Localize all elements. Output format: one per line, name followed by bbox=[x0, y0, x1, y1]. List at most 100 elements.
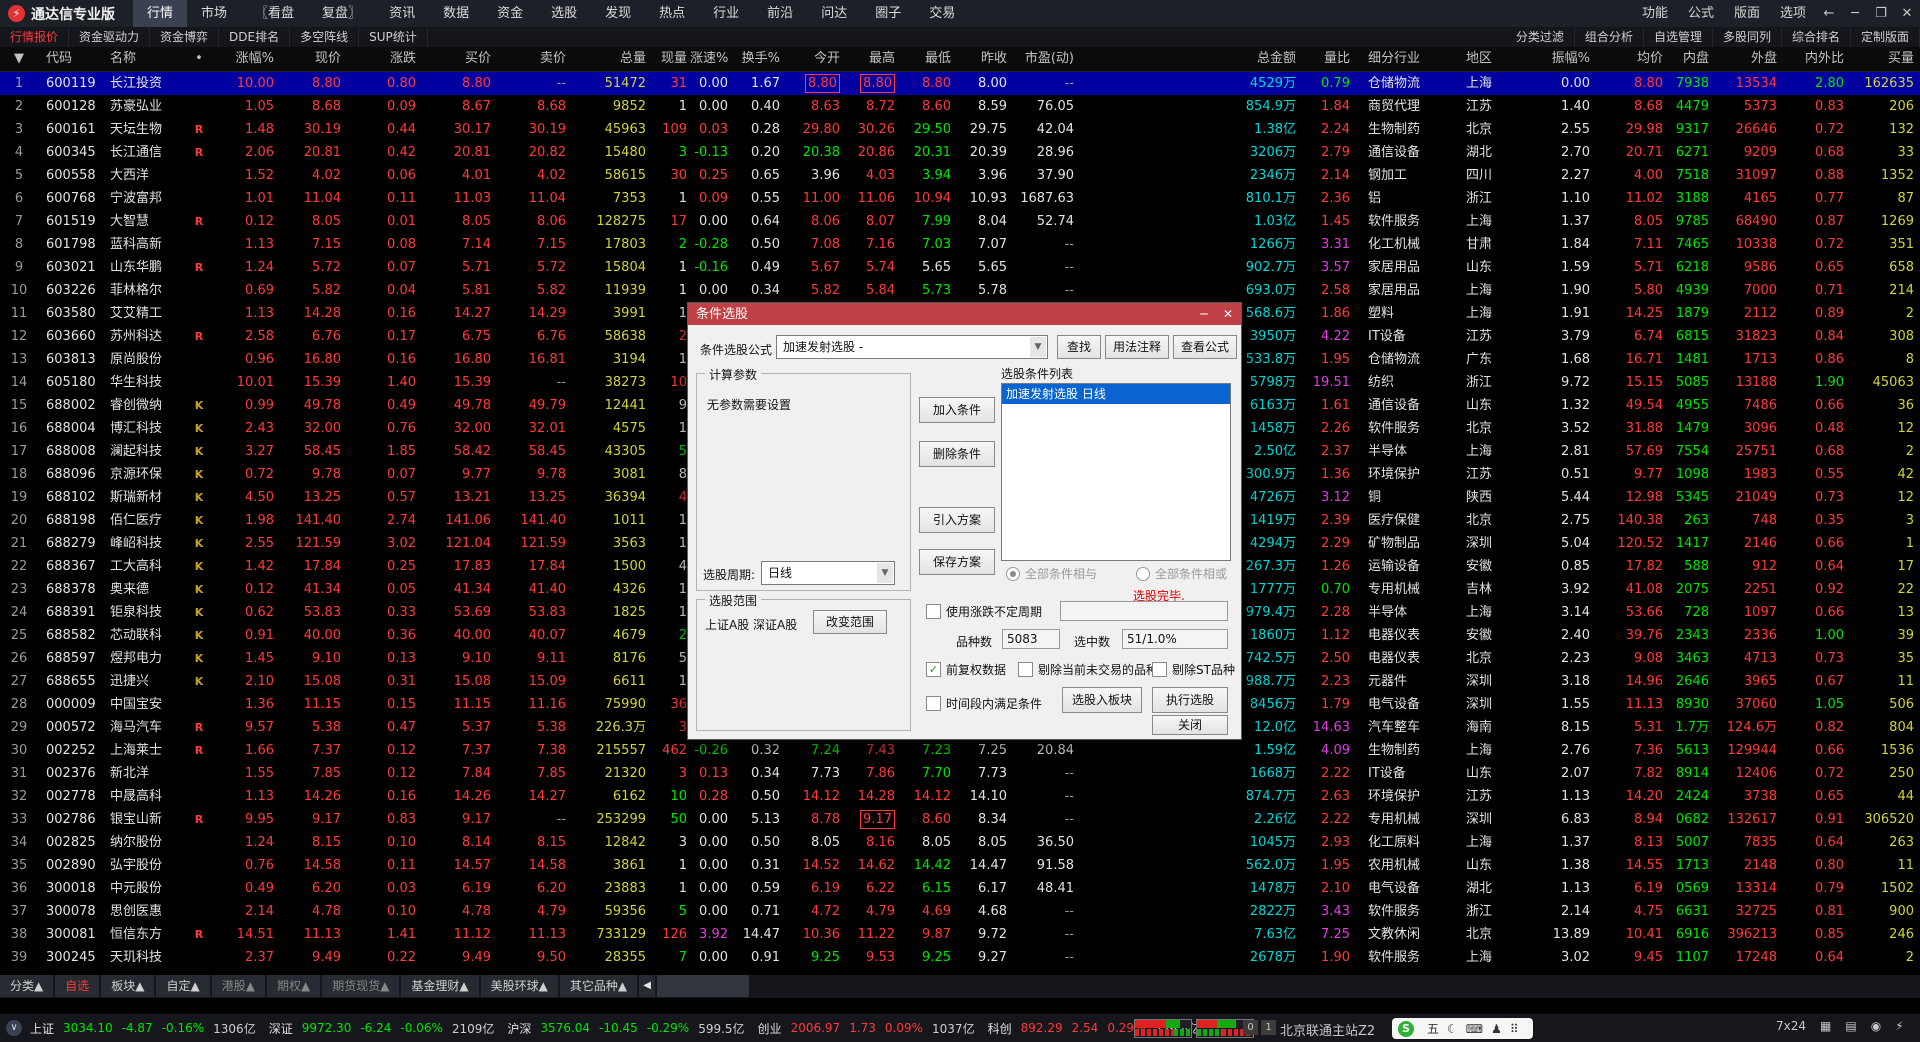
variable-period-field[interactable] bbox=[1060, 601, 1228, 621]
checkbox-exclude-st[interactable]: 剔除ST品种 bbox=[1152, 661, 1235, 678]
execute-selection-button[interactable]: 执行选股 bbox=[1152, 687, 1228, 713]
radio-all-conditions-or[interactable]: 全部条件相或 bbox=[1136, 565, 1227, 582]
table-row-600768[interactable]: 6 600768 宁波富邦 1.01 11.04 0.11 11.03 11.04 7353 1 0… bbox=[0, 187, 1920, 210]
toolbar-item-DDE排名[interactable]: DDE排名 bbox=[219, 27, 291, 47]
column-header-内盘[interactable]: 内盘 bbox=[1671, 47, 1711, 71]
column-header-卖价[interactable]: 卖价 bbox=[499, 47, 574, 71]
condition-listbox[interactable]: 加速发射选股 日线 bbox=[1001, 383, 1231, 561]
table-row-002252[interactable]: 30 002252 上海莱士 R 1.66 7.37 0.12 7.37 7.38 215557 4… bbox=[0, 739, 1920, 762]
column-header-涨幅%[interactable]: 涨幅% bbox=[210, 47, 282, 71]
tab-自选[interactable]: 自选 bbox=[55, 975, 100, 997]
toolbar-item-综合排名[interactable]: 综合排名 bbox=[1782, 27, 1851, 47]
close-dialog-button[interactable]: 关闭 bbox=[1152, 715, 1228, 735]
back-window-icon[interactable]: ← bbox=[1816, 0, 1842, 27]
radio-all-conditions-and[interactable]: 全部条件相与 bbox=[1006, 565, 1097, 582]
column-header-换手%[interactable]: 换手% bbox=[732, 47, 786, 71]
column-header-总量[interactable]: 总量 bbox=[574, 47, 654, 71]
tab-其它品种[interactable]: 其它品种▲ bbox=[559, 975, 638, 997]
ime-tool-icon[interactable]: ☾ bbox=[1447, 1022, 1458, 1036]
table-row-603021[interactable]: 9 603021 山东华鹏 R 1.24 5.72 0.07 5.71 5.72 15804 1 -0… bbox=[0, 256, 1920, 279]
column-header-▼[interactable]: ▼ bbox=[0, 47, 38, 71]
dialog-close-icon[interactable]: ✕ bbox=[1217, 303, 1239, 325]
menu-item-功能[interactable]: 功能 bbox=[1632, 0, 1678, 27]
menu-item-热点[interactable]: 热点 bbox=[645, 0, 699, 27]
column-header-涨跌[interactable]: 涨跌 bbox=[349, 47, 424, 71]
menu-item-选股[interactable]: 选股 bbox=[537, 0, 591, 27]
table-row-002825[interactable]: 34 002825 纳尔股份 1.24 8.15 0.10 8.14 8.15 12842 3 0.… bbox=[0, 831, 1920, 854]
connection-slot-1[interactable]: 1 bbox=[1261, 1020, 1276, 1035]
menu-item-行业[interactable]: 行业 bbox=[699, 0, 753, 27]
column-header-均价[interactable]: 均价 bbox=[1594, 47, 1671, 71]
column-header-外盘[interactable]: 外盘 bbox=[1711, 47, 1781, 71]
checkbox-variable-period[interactable]: 使用涨跌不定周期 bbox=[926, 603, 1042, 620]
column-header-内外比[interactable]: 内外比 bbox=[1781, 47, 1850, 71]
import-plan-button[interactable]: 引入方案 bbox=[919, 507, 995, 533]
column-header-地区[interactable]: 地区 bbox=[1456, 47, 1540, 71]
ime-tool-icon[interactable]: ⠿ bbox=[1510, 1022, 1519, 1036]
tab-港股[interactable]: 港股▲ bbox=[211, 975, 265, 997]
table-row-300245[interactable]: 39 300245 天玑科技 2.37 9.49 0.22 9.49 9.50 28355 7 0.… bbox=[0, 946, 1920, 969]
menu-item-复盘〗[interactable]: 复盘〗 bbox=[308, 0, 375, 27]
index-深证[interactable]: 深证 9972.30 -6.24 -0.06% 2109亿 bbox=[269, 1020, 504, 1037]
tab-基金理财[interactable]: 基金理财▲ bbox=[401, 975, 479, 997]
column-header-量比[interactable]: 量比 bbox=[1304, 47, 1358, 71]
menu-item-前沿[interactable]: 前沿 bbox=[753, 0, 807, 27]
toolbar-item-定制版面[interactable]: 定制版面 bbox=[1851, 27, 1920, 47]
menu-item-圈子[interactable]: 圈子 bbox=[861, 0, 915, 27]
toolbar-item-资金驱动力[interactable]: 资金驱动力 bbox=[69, 27, 151, 47]
ime-logo-icon[interactable]: S bbox=[1398, 1020, 1414, 1037]
ime-tool-icon[interactable]: ♟ bbox=[1491, 1022, 1502, 1036]
menu-item-选项[interactable]: 选项 bbox=[1770, 0, 1816, 27]
ime-tool-icon[interactable]: 五 bbox=[1427, 1022, 1439, 1036]
column-header-细分行业[interactable]: 细分行业 bbox=[1358, 47, 1456, 71]
close-window-icon[interactable]: ✕ bbox=[1894, 0, 1920, 27]
checkbox-exclude-untraded[interactable]: 剔除当前未交易的品种 bbox=[1018, 661, 1158, 678]
table-row-600161[interactable]: 3 600161 天坛生物 R 1.48 30.19 0.44 30.17 30.19 45963… bbox=[0, 118, 1920, 141]
toolbar-item-资金博弈[interactable]: 资金博弈 bbox=[150, 27, 220, 47]
column-header-今开[interactable]: 今开 bbox=[786, 47, 846, 71]
menu-item-数据[interactable]: 数据 bbox=[429, 0, 483, 27]
restore-window-icon[interactable]: ❐ bbox=[1868, 0, 1894, 27]
keyboard-panel-icon[interactable]: ▦ bbox=[1820, 1019, 1831, 1033]
menu-item-〖看盘[interactable]: 〖看盘 bbox=[241, 0, 308, 27]
ime-toolbar[interactable]: S 五 ☾ ⌨ ♟ ⠿ bbox=[1392, 1018, 1533, 1039]
column-header-买量[interactable]: 买量 bbox=[1850, 47, 1918, 71]
toolbar-item-自选管理[interactable]: 自选管理 bbox=[1644, 27, 1713, 47]
ime-tool-icon[interactable]: ⌨ bbox=[1466, 1022, 1483, 1036]
table-row-002778[interactable]: 32 002778 中晟高科 1.13 14.26 0.16 14.26 14.27 6162 1… bbox=[0, 785, 1920, 808]
column-header-昨收[interactable]: 昨收 bbox=[957, 47, 1013, 71]
column-header-总金额[interactable]: 总金额 bbox=[1080, 47, 1304, 71]
column-header-最高[interactable]: 最高 bbox=[846, 47, 901, 71]
menu-item-交易[interactable]: 交易 bbox=[915, 0, 969, 27]
usage-note-button[interactable]: 用法注释 bbox=[1105, 335, 1169, 359]
period-combobox[interactable]: 日线 ▼ bbox=[761, 561, 895, 585]
tab-期权[interactable]: 期权▲ bbox=[266, 975, 321, 997]
menu-item-问达[interactable]: 问达 bbox=[807, 0, 861, 27]
formula-combobox[interactable]: 加速发射选股 - ▼ bbox=[776, 335, 1048, 359]
condition-list-item[interactable]: 加速发射选股 日线 bbox=[1002, 384, 1230, 404]
toolbar-item-多股同列[interactable]: 多股同列 bbox=[1713, 27, 1782, 47]
table-row-002376[interactable]: 31 002376 新北洋 1.55 7.85 0.12 7.84 7.85 21320 3 0.1… bbox=[0, 762, 1920, 785]
toolbar-item-SUP统计[interactable]: SUP统计 bbox=[359, 27, 428, 47]
menu-item-市场[interactable]: 市场 bbox=[187, 0, 241, 27]
table-row-600128[interactable]: 2 600128 苏豪弘业 1.05 8.68 0.09 8.67 8.68 9852 1 0.00… bbox=[0, 95, 1920, 118]
table-row-300078[interactable]: 37 300078 思创医惠 2.14 4.78 0.10 4.78 4.79 59356 5 0.… bbox=[0, 900, 1920, 923]
minimize-window-icon[interactable]: ─ bbox=[1842, 0, 1868, 27]
formula-dropdown-icon[interactable]: ▼ bbox=[1030, 337, 1046, 357]
table-row-300081[interactable]: 38 300081 恒信东方 R 14.51 11.13 1.41 11.12 11.13 733… bbox=[0, 923, 1920, 946]
remove-condition-button[interactable]: 删除条件 bbox=[919, 441, 995, 467]
satellite-icon[interactable]: ◉ bbox=[1871, 1019, 1881, 1033]
tabs-scroll-left-icon[interactable]: ◀ bbox=[639, 975, 656, 997]
menu-item-行情[interactable]: 行情 bbox=[133, 0, 188, 27]
table-row-600345[interactable]: 4 600345 长江通信 R 2.06 20.81 0.42 20.81 20.82 15480… bbox=[0, 141, 1920, 164]
index-沪深[interactable]: 沪深 3576.04 -10.45 -0.29% 599.5亿 bbox=[507, 1020, 753, 1037]
period-dropdown-icon[interactable]: ▼ bbox=[877, 563, 893, 583]
tab-分类[interactable]: 分类▲ bbox=[0, 975, 54, 997]
menu-item-资金[interactable]: 资金 bbox=[483, 0, 537, 27]
tab-板块[interactable]: 板块▲ bbox=[101, 975, 155, 997]
menu-item-资讯[interactable]: 资讯 bbox=[375, 0, 429, 27]
table-row-600558[interactable]: 5 600558 大西洋 1.52 4.02 0.06 4.01 4.02 58615 30 0.2… bbox=[0, 164, 1920, 187]
tab-美股环球[interactable]: 美股环球▲ bbox=[480, 975, 558, 997]
power-icon[interactable]: ⚡ bbox=[1895, 1019, 1903, 1033]
select-to-block-button[interactable]: 选股入板块 bbox=[1062, 687, 1142, 713]
